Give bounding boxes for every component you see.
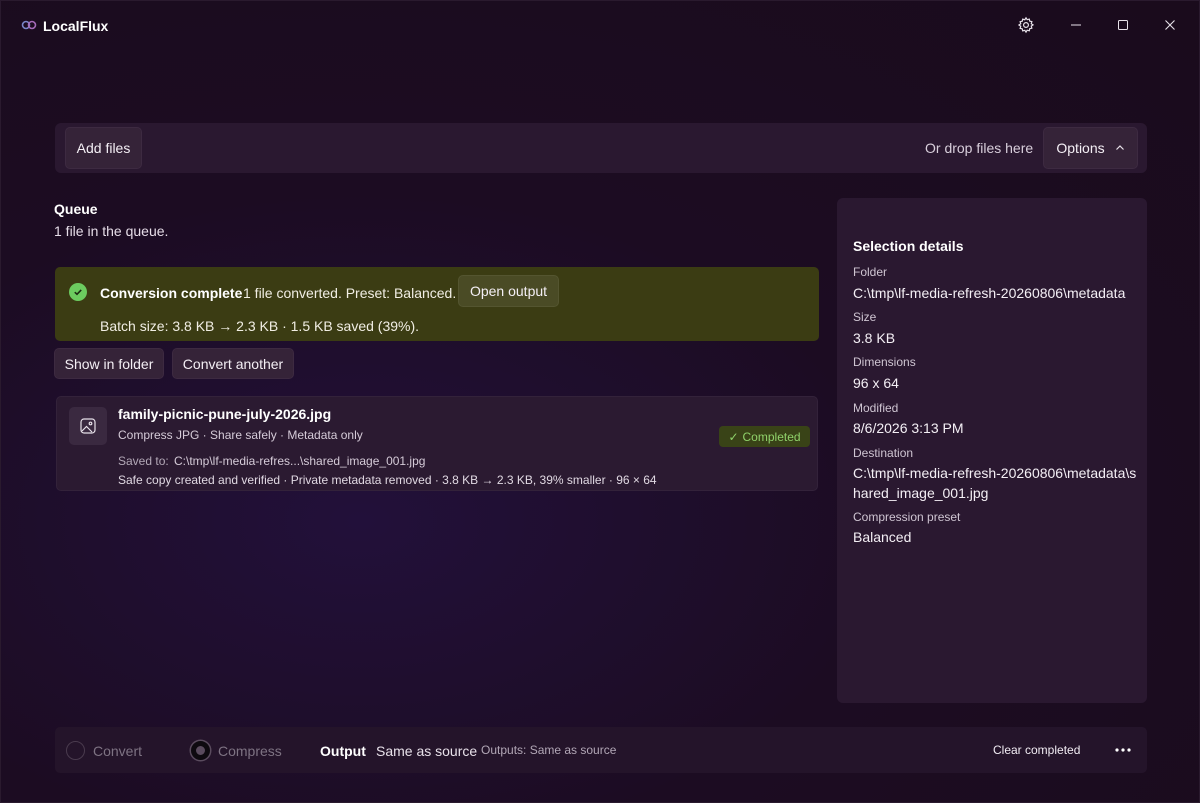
settings-button[interactable] xyxy=(1011,11,1041,39)
image-icon xyxy=(69,407,107,445)
check-icon: ✓ xyxy=(728,429,739,444)
chevron-up-icon xyxy=(1115,145,1124,150)
dimensions-label: Dimensions xyxy=(853,355,916,369)
outputs-summary: Outputs: Same as source xyxy=(481,743,617,757)
options-label: Options xyxy=(1056,140,1105,156)
compression-preset-label: Compression preset xyxy=(853,510,961,524)
clear-completed-button[interactable]: Clear completed xyxy=(993,743,1080,757)
show-in-folder-button[interactable]: Show in folder xyxy=(54,348,164,379)
open-output-button[interactable]: Open output xyxy=(458,275,559,307)
app-window: LocalFlux Add files Or drop files here O… xyxy=(0,0,1200,803)
destination-value: C:\tmp\lf-media-refresh-20260806\metadat… xyxy=(853,465,1137,501)
localflux-logo-icon xyxy=(21,20,37,30)
drop-hint: Or drop files here xyxy=(925,140,1034,156)
file-name: family-picnic-pune-july-2026.jpg xyxy=(118,406,332,422)
modified-label: Modified xyxy=(853,401,899,415)
convert-another-label: Convert another xyxy=(182,355,284,372)
maximize-button[interactable] xyxy=(1108,11,1138,39)
options-button[interactable]: Options xyxy=(1043,127,1138,169)
app-title: LocalFlux xyxy=(43,18,109,34)
banner-message: 1 file converted. Preset: Balanced. xyxy=(243,285,457,301)
close-button[interactable] xyxy=(1155,11,1185,39)
selection-details-panel: Selection details Folder C:\tmp\lf-media… xyxy=(837,198,1147,703)
minimize-icon xyxy=(1071,24,1081,26)
saved-to-label: Saved to: xyxy=(118,454,169,468)
queue-title: Queue xyxy=(54,201,98,217)
open-output-label: Open output xyxy=(469,283,548,299)
maximize-icon xyxy=(1118,20,1128,30)
details-title: Selection details xyxy=(853,238,964,254)
conversion-complete-banner: Conversion complete 1 file converted. Pr… xyxy=(55,267,819,341)
convert-radio[interactable] xyxy=(66,741,85,760)
minimize-button[interactable] xyxy=(1061,11,1091,39)
status-badge: ✓ Completed xyxy=(719,426,810,447)
checkmark-circle-icon xyxy=(69,283,87,301)
title-bar: LocalFlux xyxy=(1,1,1200,49)
file-operation: Compress JPG · Share safely · Metadata o… xyxy=(118,428,363,442)
folder-value: C:\tmp\lf-media-refresh-20260806\metadat… xyxy=(853,285,1126,301)
add-files-button[interactable]: Add files xyxy=(65,127,142,169)
batch-summary: Batch size: 3.8 KB → 2.3 KB · 1.5 KB sav… xyxy=(100,318,420,334)
close-icon xyxy=(1165,20,1175,30)
queue-count: 1 file in the queue. xyxy=(54,223,169,239)
convert-radio-label[interactable]: Convert xyxy=(93,743,142,759)
size-label: Size xyxy=(853,310,877,324)
modified-value: 8/6/2026 3:13 PM xyxy=(853,420,964,436)
file-result-detail: Safe copy created and verified · Private… xyxy=(118,473,657,487)
more-icon xyxy=(1115,748,1131,752)
destination-label: Destination xyxy=(853,446,914,460)
compress-radio[interactable] xyxy=(191,741,210,760)
output-label: Output xyxy=(320,743,366,759)
command-bar: Add files Or drop files here Options xyxy=(55,123,1147,173)
banner-title: Conversion complete xyxy=(100,285,243,301)
more-button[interactable] xyxy=(1110,737,1136,763)
compress-radio-label[interactable]: Compress xyxy=(218,743,282,759)
compression-preset-value: Balanced xyxy=(853,529,912,545)
status-label: Completed xyxy=(742,429,801,444)
queue-item[interactable]: family-picnic-pune-july-2026.jpg Compres… xyxy=(56,396,818,491)
output-destination-selector[interactable]: Same as source xyxy=(376,743,477,759)
folder-label: Folder xyxy=(853,265,888,279)
gear-icon xyxy=(1017,16,1035,34)
add-files-label: Add files xyxy=(76,140,131,156)
dimensions-value: 96 x 64 xyxy=(853,375,899,391)
convert-another-button[interactable]: Convert another xyxy=(172,348,294,379)
show-in-folder-label: Show in folder xyxy=(64,355,154,372)
bottom-bar: Convert Compress Output Same as source O… xyxy=(55,727,1147,773)
size-value: 3.8 KB xyxy=(853,330,896,346)
saved-to-path: C:\tmp\lf-media-refres...\shared_image_0… xyxy=(174,454,426,468)
